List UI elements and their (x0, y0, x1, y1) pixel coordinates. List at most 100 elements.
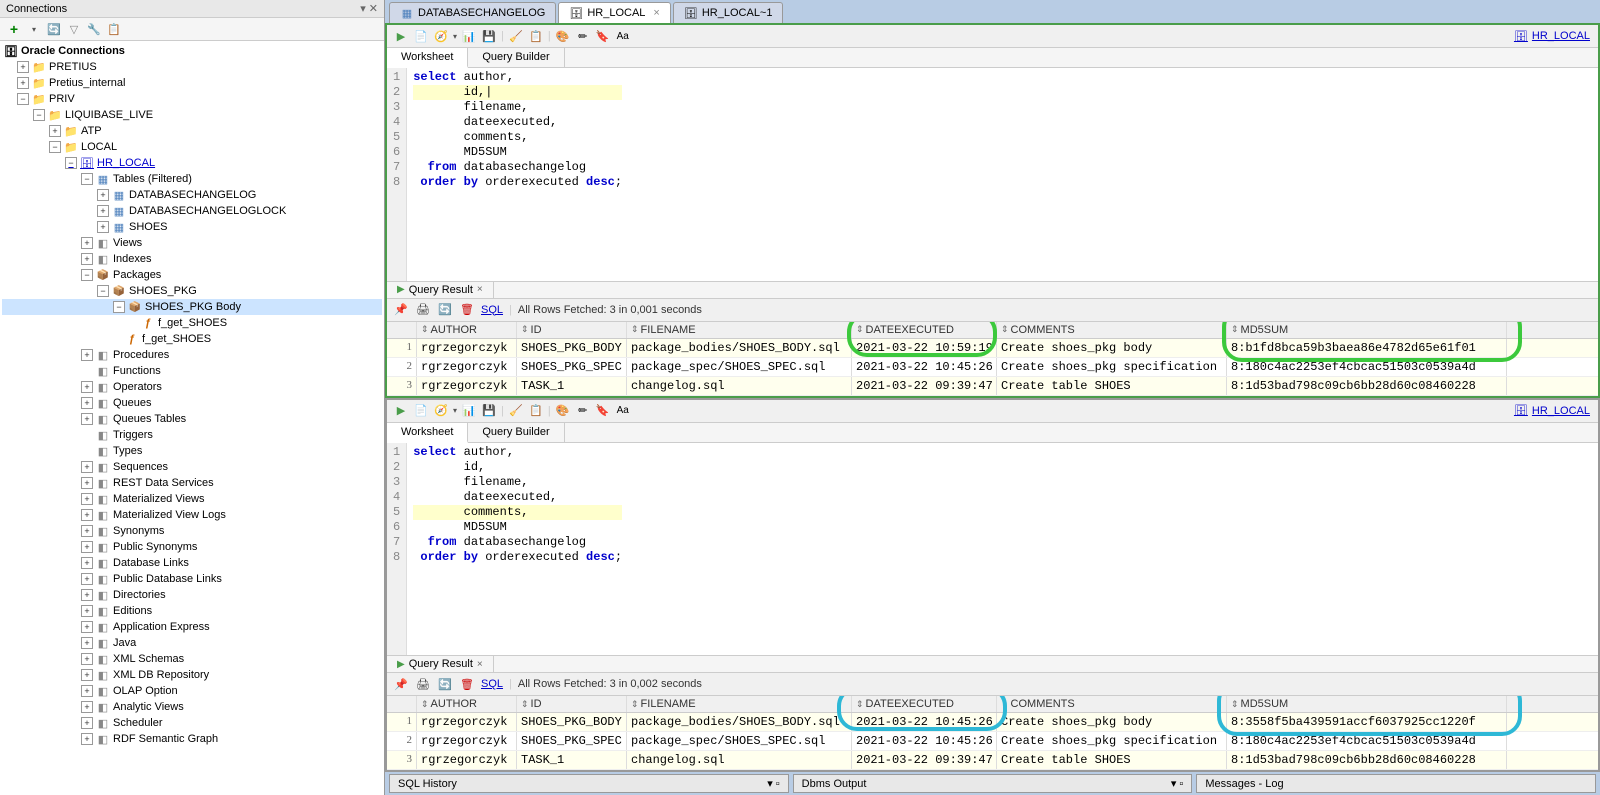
node-mat-views[interactable]: +Materialized Views (2, 491, 382, 507)
col-id[interactable]: ⇕ID (517, 696, 627, 712)
expand-icon[interactable]: + (49, 125, 61, 137)
expand-icon[interactable]: + (81, 701, 93, 713)
collapse-icon[interactable]: − (81, 269, 93, 281)
close-icon[interactable]: × (477, 659, 483, 670)
node-packages[interactable]: −Packages (2, 267, 382, 283)
autotrace-icon[interactable]: 📊 (461, 28, 477, 44)
new-dropdown-icon[interactable]: ▾ (26, 21, 42, 37)
expand-icon[interactable]: + (81, 541, 93, 553)
collapse-icon[interactable]: − (81, 173, 93, 185)
col-filename[interactable]: ⇕FILENAME (627, 696, 852, 712)
expand-icon[interactable]: + (81, 493, 93, 505)
node-java[interactable]: +Java (2, 635, 382, 651)
tab-query-result[interactable]: ▶Query Result× (387, 656, 494, 672)
edit-icon[interactable]: ✏ (575, 28, 591, 44)
pin-icon[interactable]: 📌 (393, 676, 409, 692)
history-icon[interactable]: 📋 (528, 403, 544, 419)
history-icon[interactable]: 📋 (528, 28, 544, 44)
conn-pretius-internal[interactable]: +Pretius_internal (2, 75, 382, 91)
conn-liquibase-live[interactable]: −LIQUIBASE_LIVE (2, 107, 382, 123)
node-indexes[interactable]: +Indexes (2, 251, 382, 267)
sql-link[interactable]: SQL (481, 304, 503, 316)
run-script-icon[interactable]: 📄 (413, 403, 429, 419)
commit-icon[interactable]: 💾 (481, 28, 497, 44)
tab-messages-log[interactable]: Messages - Log (1196, 774, 1596, 793)
minimize-icon[interactable]: ▾ ▫ (1171, 777, 1183, 790)
func-f-get-shoes-2[interactable]: f_get_SHOES (2, 331, 382, 347)
col-id[interactable]: ⇕ID (517, 322, 627, 338)
node-mat-view-logs[interactable]: +Materialized View Logs (2, 507, 382, 523)
table-row[interactable]: 3 rgrzegorczyk TASK_1 changelog.sql 2021… (387, 377, 1598, 396)
tab-query-result[interactable]: ▶Query Result× (387, 282, 494, 298)
result-grid-2[interactable]: ⇕AUTHOR ⇕ID ⇕FILENAME ⇕DATEEXECUTED ⇕COM… (387, 696, 1598, 770)
expand-icon[interactable]: + (81, 653, 93, 665)
collapse-icon[interactable]: − (97, 285, 109, 297)
filter-icon[interactable]: ▽ (66, 21, 82, 37)
node-functions[interactable]: Functions (2, 363, 382, 379)
expand-icon[interactable]: + (81, 477, 93, 489)
node-app-express[interactable]: +Application Express (2, 619, 382, 635)
dropdown-icon[interactable]: ▾ (453, 32, 457, 41)
expand-icon[interactable]: + (97, 189, 109, 201)
clear-icon[interactable]: 🧹 (508, 28, 524, 44)
tab-query-builder[interactable]: Query Builder (468, 48, 564, 67)
expand-icon[interactable]: + (81, 605, 93, 617)
expand-icon[interactable]: + (17, 77, 29, 89)
collapse-icon[interactable]: − (113, 301, 125, 313)
pkg-shoes[interactable]: −SHOES_PKG (2, 283, 382, 299)
node-triggers[interactable]: Triggers (2, 427, 382, 443)
collapse-icon[interactable]: − (17, 93, 29, 105)
node-views[interactable]: +Views (2, 235, 382, 251)
expand-icon[interactable]: + (81, 237, 93, 249)
close-icon[interactable]: × (477, 284, 483, 295)
sql-code[interactable]: select author, id,| filename, dateexecut… (407, 68, 628, 281)
table-row[interactable]: 1 rgrzegorczyk SHOES_PKG_BODY package_bo… (387, 713, 1598, 732)
node-synonyms[interactable]: +Synonyms (2, 523, 382, 539)
edit-icon[interactable]: ✏ (575, 403, 591, 419)
dropdown-icon[interactable]: ▾ (453, 406, 457, 415)
run-icon[interactable]: ▶ (393, 28, 409, 44)
sql-editor[interactable]: 12345678 select author, id,| filename, d… (387, 68, 1598, 281)
expand-icon[interactable]: + (81, 381, 93, 393)
node-pub-synonyms[interactable]: +Public Synonyms (2, 539, 382, 555)
node-queues[interactable]: +Queues (2, 395, 382, 411)
node-types[interactable]: Types (2, 443, 382, 459)
node-queues-tables[interactable]: +Queues Tables (2, 411, 382, 427)
collapse-icon[interactable]: − (33, 109, 45, 121)
expand-icon[interactable]: + (81, 621, 93, 633)
node-sequences[interactable]: +Sequences (2, 459, 382, 475)
expand-icon[interactable]: + (97, 205, 109, 217)
node-xml-schemas[interactable]: +XML Schemas (2, 651, 382, 667)
expand-icon[interactable]: + (81, 557, 93, 569)
col-author[interactable]: ⇕AUTHOR (417, 696, 517, 712)
expand-icon[interactable]: + (81, 525, 93, 537)
expand-icon[interactable]: + (81, 509, 93, 521)
run-icon[interactable]: ▶ (393, 403, 409, 419)
connection-label[interactable]: HR_LOCAL (1514, 404, 1590, 418)
col-dateexecuted[interactable]: ⇕DATEEXECUTED (852, 696, 997, 712)
table-row[interactable]: 1 rgrzegorczyk SHOES_PKG_BODY package_bo… (387, 339, 1598, 358)
col-md5sum[interactable]: ⇕MD5SUM (1227, 696, 1507, 712)
table-shoes[interactable]: +SHOES (2, 219, 382, 235)
case-icon[interactable]: Aa (615, 28, 631, 44)
conn-local[interactable]: −LOCAL (2, 139, 382, 155)
node-db-links[interactable]: +Database Links (2, 555, 382, 571)
delete-icon[interactable]: 🗑 (459, 676, 475, 692)
expand-icon[interactable]: + (81, 717, 93, 729)
tab-hr-local-1[interactable]: HR_LOCAL~1 (673, 2, 784, 23)
conn-hr-local[interactable]: −HR_LOCAL (2, 155, 382, 171)
run-script-icon[interactable]: 📄 (413, 28, 429, 44)
explain-icon[interactable]: 🧭 (433, 28, 449, 44)
conn-atp[interactable]: +ATP (2, 123, 382, 139)
func-f-get-shoes-1[interactable]: f_get_SHOES (2, 315, 382, 331)
result-grid-1[interactable]: ⇕AUTHOR ⇕ID ⇕FILENAME ⇕DATEEXECUTED ⇕COM… (387, 322, 1598, 396)
col-dateexecuted[interactable]: ⇕DATEEXECUTED (852, 322, 997, 338)
tab-hr-local[interactable]: HR_LOCAL× (558, 2, 671, 23)
sql-editor[interactable]: 12345678 select author, id, filename, da… (387, 443, 1598, 656)
expand-icon[interactable]: + (81, 461, 93, 473)
pkg-shoes-body[interactable]: −SHOES_PKG Body (2, 299, 382, 315)
col-filename[interactable]: ⇕FILENAME (627, 322, 852, 338)
table-databasechangelog[interactable]: +DATABASECHANGELOG (2, 187, 382, 203)
expand-icon[interactable]: + (81, 733, 93, 745)
copy-icon[interactable]: 📋 (106, 21, 122, 37)
